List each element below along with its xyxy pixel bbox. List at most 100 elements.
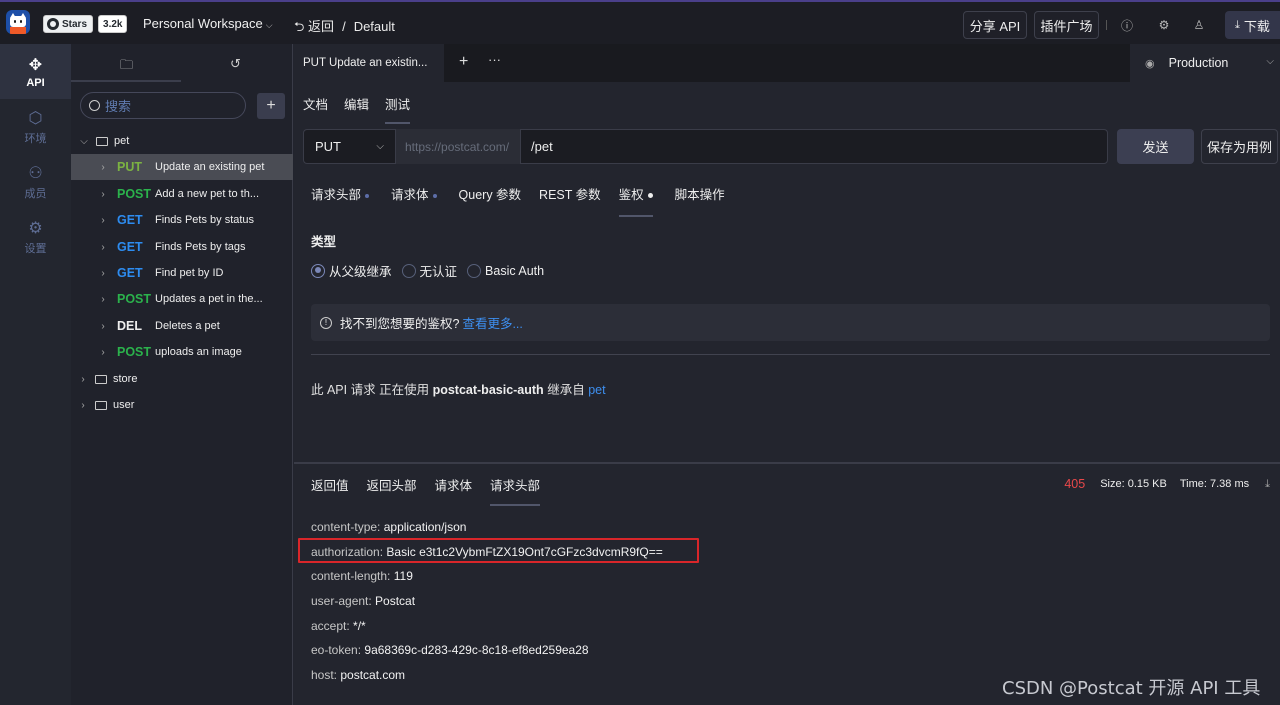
tree-api-item[interactable]: › GET Find pet by ID — [71, 260, 293, 286]
tree-api-item[interactable]: › PUT Update an existing pet — [71, 154, 293, 180]
api-name: Finds Pets by tags — [155, 241, 246, 253]
breadcrumb: ⮌ 返回 / Default — [294, 16, 395, 40]
tab-underline — [71, 80, 181, 82]
folder-tab-icon[interactable]: 🗀 — [120, 56, 133, 78]
tab-auth[interactable]: 鉴权 — [618, 184, 653, 217]
api-name: Updates a pet in the... — [155, 293, 263, 305]
rail-item-environment[interactable]: ⬡ 环境 — [0, 99, 71, 154]
open-tab[interactable]: PUT Update an existin... — [294, 44, 444, 82]
tree-api-item[interactable]: › POST Updates a pet in the... — [71, 286, 293, 312]
tab-response-body[interactable]: 返回值 — [311, 475, 349, 506]
more-dots-icon[interactable]: ··· — [488, 52, 501, 67]
tab-request-body[interactable]: 请求体 — [391, 184, 437, 217]
download-label: 下载 — [1243, 18, 1270, 34]
path-input[interactable]: /pet — [520, 129, 1108, 164]
workspace-name: Personal Workspace — [143, 16, 263, 31]
folder-icon — [95, 400, 107, 410]
api-name: uploads an image — [155, 346, 242, 358]
radio-circle — [467, 263, 482, 278]
chevron-right-icon: › — [101, 161, 105, 173]
tab-docs[interactable]: 文档 — [303, 94, 328, 124]
tree-api-item[interactable]: › DEL Deletes a pet — [71, 313, 293, 339]
modified-dot — [365, 193, 370, 198]
api-name: Update an existing pet — [155, 161, 265, 173]
divider — [311, 354, 1270, 355]
radio-circle — [401, 263, 416, 278]
tree-api-item[interactable]: › GET Finds Pets by status — [71, 207, 293, 233]
api-name: Deletes a pet — [155, 320, 220, 332]
api-icon: ✥ — [28, 56, 43, 74]
plugin-market-button[interactable]: 插件广场 — [1034, 11, 1099, 39]
user-icon[interactable]: ♙ — [1191, 17, 1207, 33]
rail-item-members[interactable]: ⚇ 成员 — [0, 154, 71, 209]
github-stars-badge[interactable]: Stars 3.2k — [43, 15, 128, 33]
tab-query-params[interactable]: Query 参数 — [459, 184, 522, 217]
rail-item-api[interactable]: ✥ API — [0, 44, 71, 99]
tab-sent-body[interactable]: 请求体 — [435, 475, 473, 506]
radio-inherit[interactable]: 从父级继承 — [311, 261, 392, 280]
tree-api-item[interactable]: › GET Finds Pets by tags — [71, 234, 293, 260]
back-link[interactable]: ⮌ 返回 — [294, 19, 334, 34]
add-api-button[interactable]: + — [257, 93, 285, 119]
mode-tabs: 文档 编辑 测试 — [303, 94, 411, 124]
tab-rest-params[interactable]: REST 参数 — [539, 184, 601, 217]
save-as-case-button[interactable]: 保存为用例 — [1201, 129, 1278, 164]
back-label: 返回 — [308, 19, 335, 34]
group-name: pet — [114, 135, 130, 147]
send-button[interactable]: 发送 — [1117, 129, 1194, 164]
tab-sent-headers[interactable]: 请求头部 — [490, 475, 541, 506]
request-bar: PUT ⌵ https://postcat.com/ /pet — [303, 129, 1108, 164]
auth-name: postcat-basic-auth — [432, 383, 544, 397]
postcat-logo[interactable] — [6, 10, 30, 34]
members-icon: ⚇ — [28, 164, 43, 182]
tab-test[interactable]: 测试 — [385, 94, 411, 124]
search-icon — [89, 100, 100, 111]
help-icon[interactable]: ⓘ — [1119, 17, 1135, 33]
tree-api-item[interactable]: › POST uploads an image — [71, 339, 293, 365]
tree-group-pet[interactable]: ⌵ pet — [71, 128, 293, 154]
header-key: content-length: — [311, 569, 391, 584]
rail-item-settings[interactable]: ⚙ 设置 — [0, 209, 71, 264]
tab-label: 脚本操作 — [674, 188, 725, 202]
tab-response-headers[interactable]: 返回头部 — [367, 475, 417, 506]
header-value: application/json — [383, 520, 467, 534]
tab-request-headers[interactable]: 请求头部 — [311, 184, 370, 217]
share-api-button[interactable]: 分享 API — [963, 11, 1027, 39]
chevron-right-icon: › — [81, 399, 85, 411]
eye-icon[interactable]: ◉ — [1145, 57, 1155, 70]
modified-dot — [647, 193, 653, 199]
radio-label: 从父级继承 — [329, 265, 392, 279]
tab-edit[interactable]: 编辑 — [344, 94, 369, 124]
stars-label: Stars — [62, 18, 88, 30]
tab-scripts[interactable]: 脚本操作 — [675, 184, 725, 217]
new-tab-plus-icon[interactable]: + — [459, 53, 468, 71]
header-row: host: postcat.com — [311, 668, 663, 693]
github-icon — [47, 18, 59, 30]
inherit-from-link[interactable]: pet — [588, 383, 605, 397]
tree-group-store[interactable]: › store — [71, 366, 293, 392]
environment-selector[interactable]: ◉ Production ⌵ — [1130, 44, 1280, 82]
radio-circle — [311, 263, 325, 278]
history-icon[interactable]: ↺ — [230, 56, 241, 72]
header-key: accept: — [311, 618, 350, 633]
search-input[interactable]: 搜索 — [80, 92, 246, 119]
radio-basic-auth[interactable]: Basic Auth — [467, 263, 545, 278]
tree-group-user[interactable]: › user — [71, 392, 293, 418]
workspace-selector[interactable]: Personal Workspace ⌵ — [143, 16, 273, 31]
see-more-link[interactable]: 查看更多... — [462, 313, 522, 332]
radio-no-auth[interactable]: 无认证 — [401, 261, 457, 280]
tree-api-item[interactable]: › POST Add a new pet to th... — [71, 181, 293, 207]
download-icon[interactable]: ⤓ — [1265, 478, 1270, 491]
watermark: CSDN @Postcat 开源 API 工具 — [1002, 678, 1261, 699]
gear-icon[interactable]: ⚙ — [1156, 17, 1172, 33]
radio-label: Basic Auth — [485, 263, 545, 278]
response-time: Time: 7.38 ms — [1179, 478, 1250, 490]
header-row: accept: */* — [311, 619, 663, 644]
project-name[interactable]: Default — [354, 19, 395, 34]
header-value: Postcat — [375, 594, 416, 609]
chevron-right-icon: › — [101, 188, 105, 200]
download-button[interactable]: ⤓ 下载 — [1225, 11, 1280, 39]
breadcrumb-separator: / — [342, 19, 346, 34]
undo-arrow-icon: ⮌ — [294, 19, 305, 34]
method-select[interactable]: PUT ⌵ — [303, 129, 396, 164]
